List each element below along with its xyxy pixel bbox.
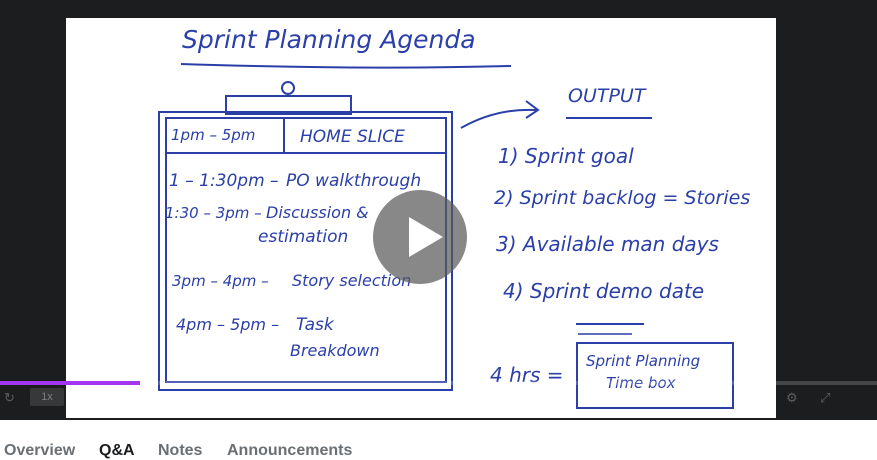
forward-icon[interactable]: ↺ <box>92 390 103 406</box>
row-text: Task <box>296 315 335 335</box>
progress-fill <box>0 381 141 385</box>
play-icon <box>409 217 443 257</box>
whiteboard-title: Sprint Planning Agenda <box>182 25 476 54</box>
row-text: PO walkthrough <box>286 171 421 191</box>
output-heading: OUTPUT <box>568 85 647 107</box>
row-text: HOME SLICE <box>300 127 405 147</box>
fullscreen-icon[interactable]: ⤢ <box>820 390 830 406</box>
rewind-icon[interactable]: ↻ <box>4 390 15 406</box>
tab-notes[interactable]: Notes <box>158 442 202 460</box>
video-player[interactable]: Sprint Planning Agenda 1pm – 5pm HOME SL… <box>0 18 877 420</box>
row-time: 1:30 – 3pm – <box>165 204 262 222</box>
row-text: estimation <box>258 227 348 247</box>
arrow-line <box>460 108 537 129</box>
top-bar <box>0 0 877 18</box>
tab-overview[interactable]: Overview <box>4 442 75 460</box>
playback-rate-button[interactable]: 1x <box>30 388 64 406</box>
timebox-line1: Sprint Planning <box>586 352 700 370</box>
row-text: Discussion & <box>266 203 369 222</box>
row-time: 4pm – 5pm – <box>176 315 279 334</box>
progress-bar[interactable] <box>0 381 877 385</box>
row-text: Breakdown <box>290 341 380 360</box>
tab-announcements[interactable]: Announcements <box>227 442 352 460</box>
settings-icon[interactable]: ⚙ <box>786 390 798 406</box>
clipboard-ring <box>281 81 295 95</box>
player-controls: ↻ 1x ↺ 2:02 / 3:16 ⚙ ⤢ <box>0 378 877 420</box>
play-button[interactable] <box>373 190 467 284</box>
output-item: 2) Sprint backlog = Stories <box>494 187 750 209</box>
title-underline <box>180 63 512 69</box>
row-time: 1pm – 5pm <box>171 126 255 144</box>
tab-qa[interactable]: Q&A <box>99 442 135 460</box>
course-tabs: Overview Q&A Notes Announcements <box>0 430 877 460</box>
row-time: 3pm – 4pm – <box>172 272 269 290</box>
output-item: 3) Available man days <box>496 232 719 256</box>
time-display: 2:02 / 3:16 <box>118 390 175 404</box>
output-item: 1) Sprint goal <box>498 144 634 168</box>
output-item: 4) Sprint demo date <box>503 279 704 303</box>
row-time: 1 – 1:30pm – <box>169 171 279 191</box>
